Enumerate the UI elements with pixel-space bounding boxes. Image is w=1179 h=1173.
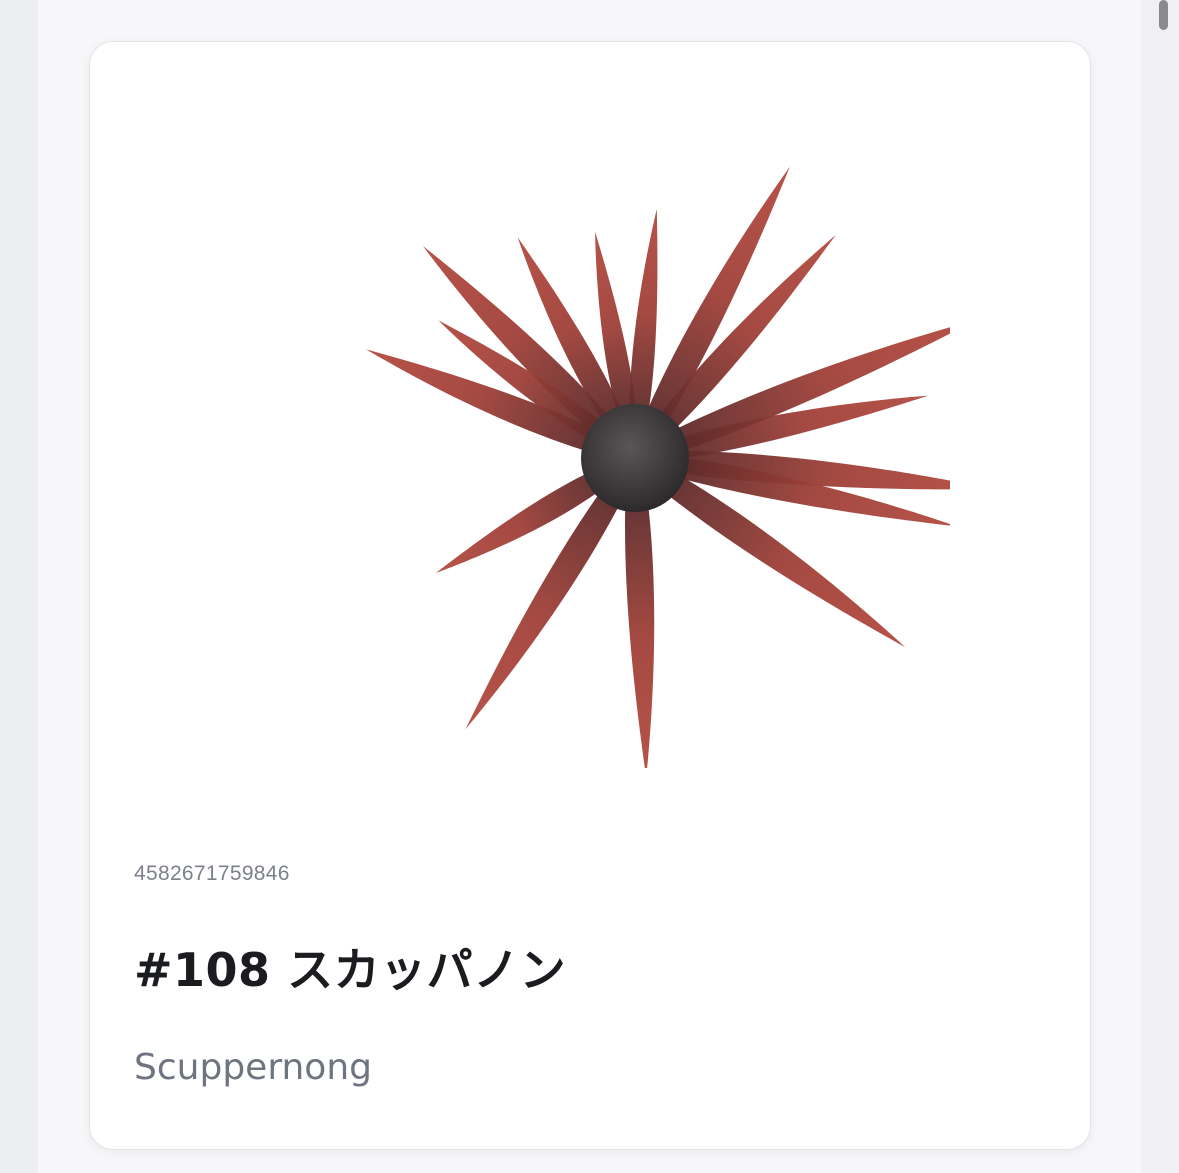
product-sku: 4582671759846 <box>134 862 290 885</box>
scrollbar-thumb[interactable] <box>1159 0 1168 30</box>
lure-tentacle <box>625 497 655 768</box>
product-card[interactable]: 4582671759846 #108 スカッパノン Scuppernong <box>89 41 1091 1150</box>
scrollbar-track[interactable] <box>1141 0 1179 1173</box>
product-image <box>366 166 950 768</box>
product-title[interactable]: #108 スカッパノン <box>134 934 566 1000</box>
product-color-name: Scuppernong <box>134 1047 372 1088</box>
lure-head <box>581 404 689 512</box>
